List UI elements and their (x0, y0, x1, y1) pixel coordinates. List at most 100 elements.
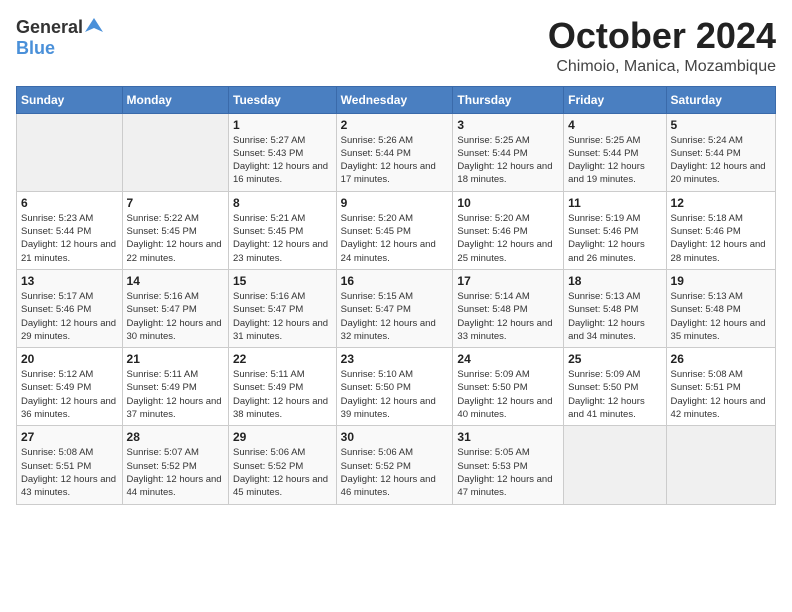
calendar-cell: 13 Sunrise: 5:17 AMSunset: 5:46 PMDayligh… (17, 269, 123, 347)
day-info: Sunrise: 5:23 AMSunset: 5:44 PMDaylight:… (21, 212, 118, 265)
calendar-cell: 21Sunrise: 5:11 AMSunset: 5:49 PMDayligh… (122, 348, 228, 426)
day-number: 18 (568, 274, 661, 288)
day-info: Sunrise: 5:08 AMSunset: 5:51 PMDaylight:… (21, 446, 118, 499)
calendar-cell: 6 Sunrise: 5:23 AMSunset: 5:44 PMDaylight… (17, 191, 123, 269)
day-number: 6 (21, 196, 118, 210)
calendar-cell: 27 Sunrise: 5:08 AMSunset: 5:51 PMDayligh… (17, 426, 123, 504)
calendar-week-row: 13 Sunrise: 5:17 AMSunset: 5:46 PMDayligh… (17, 269, 776, 347)
calendar-cell: 22Sunrise: 5:11 AMSunset: 5:49 PMDayligh… (229, 348, 337, 426)
day-number: 23 (341, 352, 449, 366)
day-number: 26 (671, 352, 771, 366)
calendar-header-row: SundayMondayTuesdayWednesdayThursdayFrid… (17, 86, 776, 113)
day-number: 21 (127, 352, 224, 366)
calendar-cell: 24 Sunrise: 5:09 AMSunset: 5:50 PMDayligh… (453, 348, 564, 426)
day-number: 13 (21, 274, 118, 288)
calendar-cell (564, 426, 666, 504)
day-info: Sunrise: 5:13 AMSunset: 5:48 PMDaylight:… (568, 290, 661, 343)
calendar-cell: 5 Sunrise: 5:24 AMSunset: 5:44 PMDaylight… (666, 113, 775, 191)
day-info: Sunrise: 5:06 AMSunset: 5:52 PMDaylight:… (341, 446, 449, 499)
main-title: October 2024 (548, 16, 776, 56)
day-info: Sunrise: 5:10 AMSunset: 5:50 PMDaylight:… (341, 368, 449, 421)
day-number: 31 (457, 430, 559, 444)
weekday-header: Monday (122, 86, 228, 113)
day-info: Sunrise: 5:25 AMSunset: 5:44 PMDaylight:… (568, 134, 661, 187)
day-info: Sunrise: 5:18 AMSunset: 5:46 PMDaylight:… (671, 212, 771, 265)
calendar-week-row: 6 Sunrise: 5:23 AMSunset: 5:44 PMDaylight… (17, 191, 776, 269)
calendar-cell: 12 Sunrise: 5:18 AMSunset: 5:46 PMDayligh… (666, 191, 775, 269)
day-info: Sunrise: 5:17 AMSunset: 5:46 PMDaylight:… (21, 290, 118, 343)
calendar-cell: 17 Sunrise: 5:14 AMSunset: 5:48 PMDayligh… (453, 269, 564, 347)
calendar-cell: 8 Sunrise: 5:21 AMSunset: 5:45 PMDaylight… (229, 191, 337, 269)
calendar-cell: 3 Sunrise: 5:25 AMSunset: 5:44 PMDaylight… (453, 113, 564, 191)
page-header: General Blue October 2024 Chimoio, Manic… (16, 16, 776, 76)
day-info: Sunrise: 5:19 AMSunset: 5:46 PMDaylight:… (568, 212, 661, 265)
day-info: Sunrise: 5:07 AMSunset: 5:52 PMDaylight:… (127, 446, 224, 499)
logo: General Blue (16, 16, 103, 59)
day-number: 30 (341, 430, 449, 444)
day-number: 17 (457, 274, 559, 288)
calendar-week-row: 20Sunrise: 5:12 AMSunset: 5:49 PMDayligh… (17, 348, 776, 426)
day-number: 5 (671, 118, 771, 132)
day-number: 28 (127, 430, 224, 444)
day-info: Sunrise: 5:05 AMSunset: 5:53 PMDaylight:… (457, 446, 559, 499)
subtitle: Chimoio, Manica, Mozambique (548, 58, 776, 76)
calendar-cell: 9Sunrise: 5:20 AMSunset: 5:45 PMDaylight… (336, 191, 453, 269)
calendar-cell (122, 113, 228, 191)
day-number: 11 (568, 196, 661, 210)
calendar-table: SundayMondayTuesdayWednesdayThursdayFrid… (16, 86, 776, 505)
day-number: 12 (671, 196, 771, 210)
calendar-cell: 31 Sunrise: 5:05 AMSunset: 5:53 PMDayligh… (453, 426, 564, 504)
day-info: Sunrise: 5:26 AMSunset: 5:44 PMDaylight:… (341, 134, 449, 187)
day-info: Sunrise: 5:14 AMSunset: 5:48 PMDaylight:… (457, 290, 559, 343)
weekday-header: Tuesday (229, 86, 337, 113)
calendar-cell: 2 Sunrise: 5:26 AMSunset: 5:44 PMDaylight… (336, 113, 453, 191)
calendar-cell: 7 Sunrise: 5:22 AMSunset: 5:45 PMDaylight… (122, 191, 228, 269)
calendar-cell: 19Sunrise: 5:13 AMSunset: 5:48 PMDayligh… (666, 269, 775, 347)
weekday-header: Saturday (666, 86, 775, 113)
day-number: 10 (457, 196, 559, 210)
day-info: Sunrise: 5:22 AMSunset: 5:45 PMDaylight:… (127, 212, 224, 265)
day-number: 3 (457, 118, 559, 132)
day-number: 8 (233, 196, 332, 210)
day-info: Sunrise: 5:16 AMSunset: 5:47 PMDaylight:… (127, 290, 224, 343)
weekday-header: Sunday (17, 86, 123, 113)
title-block: October 2024 Chimoio, Manica, Mozambique (548, 16, 776, 76)
calendar-cell: 10 Sunrise: 5:20 AMSunset: 5:46 PMDayligh… (453, 191, 564, 269)
day-info: Sunrise: 5:16 AMSunset: 5:47 PMDaylight:… (233, 290, 332, 343)
logo-bird-icon (85, 16, 103, 34)
day-info: Sunrise: 5:20 AMSunset: 5:45 PMDaylight:… (341, 212, 449, 265)
day-number: 16 (341, 274, 449, 288)
calendar-cell: 11 Sunrise: 5:19 AMSunset: 5:46 PMDayligh… (564, 191, 666, 269)
day-info: Sunrise: 5:20 AMSunset: 5:46 PMDaylight:… (457, 212, 559, 265)
day-number: 2 (341, 118, 449, 132)
day-number: 24 (457, 352, 559, 366)
day-number: 7 (127, 196, 224, 210)
day-info: Sunrise: 5:13 AMSunset: 5:48 PMDaylight:… (671, 290, 771, 343)
calendar-cell: 26Sunrise: 5:08 AMSunset: 5:51 PMDayligh… (666, 348, 775, 426)
calendar-cell: 16 Sunrise: 5:15 AMSunset: 5:47 PMDayligh… (336, 269, 453, 347)
day-number: 1 (233, 118, 332, 132)
day-info: Sunrise: 5:27 AMSunset: 5:43 PMDaylight:… (233, 134, 332, 187)
calendar-cell: 1 Sunrise: 5:27 AMSunset: 5:43 PMDaylight… (229, 113, 337, 191)
calendar-cell (17, 113, 123, 191)
calendar-cell: 30 Sunrise: 5:06 AMSunset: 5:52 PMDayligh… (336, 426, 453, 504)
day-info: Sunrise: 5:06 AMSunset: 5:52 PMDaylight:… (233, 446, 332, 499)
calendar-cell: 28 Sunrise: 5:07 AMSunset: 5:52 PMDayligh… (122, 426, 228, 504)
calendar-cell: 23 Sunrise: 5:10 AMSunset: 5:50 PMDayligh… (336, 348, 453, 426)
day-number: 22 (233, 352, 332, 366)
day-info: Sunrise: 5:15 AMSunset: 5:47 PMDaylight:… (341, 290, 449, 343)
calendar-cell: 14 Sunrise: 5:16 AMSunset: 5:47 PMDayligh… (122, 269, 228, 347)
calendar-week-row: 27 Sunrise: 5:08 AMSunset: 5:51 PMDayligh… (17, 426, 776, 504)
day-info: Sunrise: 5:09 AMSunset: 5:50 PMDaylight:… (457, 368, 559, 421)
day-info: Sunrise: 5:25 AMSunset: 5:44 PMDaylight:… (457, 134, 559, 187)
day-info: Sunrise: 5:24 AMSunset: 5:44 PMDaylight:… (671, 134, 771, 187)
day-info: Sunrise: 5:21 AMSunset: 5:45 PMDaylight:… (233, 212, 332, 265)
day-number: 15 (233, 274, 332, 288)
day-number: 27 (21, 430, 118, 444)
calendar-cell: 20Sunrise: 5:12 AMSunset: 5:49 PMDayligh… (17, 348, 123, 426)
calendar-cell: 25Sunrise: 5:09 AMSunset: 5:50 PMDayligh… (564, 348, 666, 426)
weekday-header: Thursday (453, 86, 564, 113)
day-number: 25 (568, 352, 661, 366)
logo-blue-text: Blue (16, 39, 55, 59)
day-number: 14 (127, 274, 224, 288)
